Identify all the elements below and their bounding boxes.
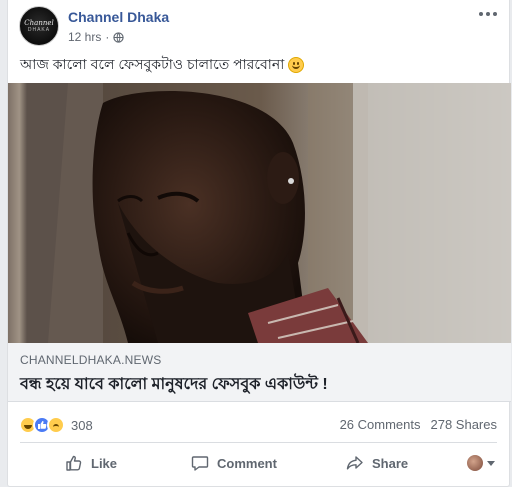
thumbs-up-icon — [66, 455, 82, 471]
more-horizontal-icon[interactable] — [479, 10, 497, 18]
chevron-down-icon — [487, 460, 495, 466]
comment-button[interactable]: Comment — [191, 454, 277, 472]
sad-reaction-icon — [47, 416, 65, 434]
link-headline[interactable]: বন্ধ হয়ে যাবে কালো মানুষদের ফেসবুক একাউ… — [20, 371, 328, 398]
like-label: Like — [91, 455, 118, 471]
comment-label: Comment — [217, 455, 277, 471]
link-domain: CHANNELDHAKA.NEWS — [20, 353, 162, 367]
meta-separator: · — [105, 30, 110, 44]
reactions-summary[interactable]: 308 — [19, 416, 93, 434]
speech-bubble-icon — [191, 456, 209, 471]
shares-count[interactable]: 278 Shares — [431, 417, 498, 432]
reaction-count[interactable]: 308 — [71, 418, 93, 433]
globe-icon[interactable] — [113, 31, 125, 43]
page-name-link[interactable]: Channel Dhaka — [68, 9, 169, 25]
avatar-logo-text: Channel — [24, 19, 54, 27]
smile-emoji-icon — [288, 57, 305, 73]
comments-count[interactable]: 26 Comments — [340, 417, 421, 432]
reaction-as-selector[interactable] — [467, 455, 495, 471]
stats-divider — [20, 442, 497, 443]
avatar-logo-subtext: DHAKA — [27, 27, 51, 33]
link-preview[interactable]: CHANNELDHAKA.NEWS বন্ধ হয়ে যাবে কালো মা… — [8, 343, 511, 402]
facebook-post: Channel DHAKA Channel Dhaka 12 hrs · আজ … — [7, 0, 511, 487]
user-avatar — [467, 455, 483, 471]
post-timestamp[interactable]: 12 hrs — [68, 30, 101, 44]
post-status: আজ কালো বলে ফেসবুকটাও চালাতে পারবোনা — [20, 53, 305, 77]
post-link-image[interactable] — [8, 83, 511, 343]
post-status-text: আজ কালো বলে ফেসবুকটাও চালাতে পারবোনা — [20, 56, 285, 72]
post-stats: 308 26 Comments 278 Shares — [8, 402, 511, 446]
share-arrow-icon — [346, 456, 363, 470]
post-meta: 12 hrs · — [68, 30, 125, 44]
share-button[interactable]: Share — [346, 454, 408, 472]
page-avatar[interactable]: Channel DHAKA — [19, 6, 59, 46]
portrait-illustration — [8, 83, 511, 343]
like-button[interactable]: Like — [65, 454, 117, 472]
engagement-counts: 26 Comments 278 Shares — [340, 417, 497, 432]
post-actions: Like Comment Share — [8, 445, 511, 485]
share-label: Share — [372, 455, 409, 471]
